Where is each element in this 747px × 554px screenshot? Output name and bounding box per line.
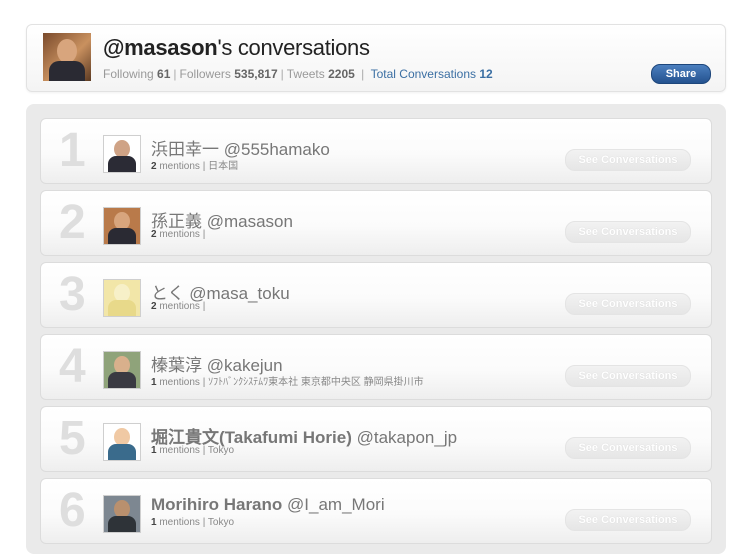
see-conversations-button[interactable]: See Conversations [565, 149, 691, 171]
mentions-count: 2 [151, 161, 157, 172]
mentions-label: mentions [159, 377, 200, 388]
tweets-count: 2205 [328, 67, 355, 81]
user-handle[interactable]: @555hamako [224, 140, 330, 159]
user-avatar[interactable] [103, 495, 141, 533]
display-name[interactable]: Morihiro Harano [151, 495, 282, 514]
mentions-count: 2 [151, 301, 157, 312]
profile-avatar[interactable] [43, 33, 91, 81]
mentions-count: 2 [151, 229, 157, 240]
user-meta: 2 mentions | [151, 229, 206, 240]
tweets-label: Tweets [286, 67, 325, 81]
mentions-label: mentions [159, 229, 200, 240]
user-location: Tokyo [207, 445, 235, 456]
conversation-row: 4 榛葉淳 @kakejun 1 mentions | ｿﾌﾄﾊﾞﾝｸｼｽﾃﾑﾜ東本… [40, 334, 712, 400]
followers-count: 535,817 [234, 67, 278, 81]
user-handle[interactable]: @takapon_jp [357, 428, 457, 447]
user-location: 日本国 [208, 161, 239, 172]
rank-number: 5 [59, 412, 86, 465]
mentions-label: mentions [159, 301, 200, 312]
conversation-row: 1 浜田幸一 @555hamako 2 mentions | 日本国 See Conv… [40, 118, 712, 184]
conversation-row: 5 堀江貴文(Takafumi Horie) @takapon_jp 1 menti… [40, 406, 712, 472]
total-conversations-label[interactable]: Total Conversations [371, 67, 476, 81]
conversation-row: 3 とく @masa_toku 2 mentions | See Conversat… [40, 262, 712, 328]
mentions-count: 1 [151, 517, 157, 528]
user-handle[interactable]: @I_am_Mori [287, 495, 385, 514]
following-label: Following [103, 67, 154, 81]
conversation-list: 1 浜田幸一 @555hamako 2 mentions | 日本国 See Conv… [26, 104, 726, 554]
mentions-label: mentions [159, 161, 200, 172]
profile-header: @masason's conversations Following 61 | Fo… [26, 24, 726, 92]
title-handle[interactable]: @masason [103, 35, 218, 60]
user-meta: 1 mentions | Tokyo [151, 445, 235, 456]
user-handle[interactable]: @masason [207, 212, 293, 231]
user-location: ｿﾌﾄﾊﾞﾝｸｼｽﾃﾑﾜ東本社 東京都中央区 静岡県掛川市 [208, 377, 424, 388]
rank-number: 3 [59, 268, 86, 321]
rank-number: 2 [59, 196, 86, 249]
rank-number: 6 [59, 484, 86, 537]
mentions-count: 1 [151, 445, 157, 456]
mentions-count: 1 [151, 377, 157, 388]
see-conversations-button[interactable]: See Conversations [565, 221, 691, 243]
see-conversations-button[interactable]: See Conversations [565, 509, 691, 531]
user-meta: 1 mentions | Tokyo [151, 517, 235, 528]
followers-label: Followers [179, 67, 231, 81]
conversation-row: 2 孫正義 @masason 2 mentions | See Conversati… [40, 190, 712, 256]
user-name: Morihiro Harano @I_am_Mori [151, 495, 385, 515]
see-conversations-button[interactable]: See Conversations [565, 365, 691, 387]
user-avatar[interactable] [103, 279, 141, 317]
share-button[interactable]: Share [651, 64, 711, 84]
see-conversations-button[interactable]: See Conversations [565, 293, 691, 315]
title-suffix: 's conversations [217, 35, 370, 60]
rank-number: 4 [59, 340, 86, 393]
user-avatar[interactable] [103, 135, 141, 173]
mentions-label: mentions [159, 517, 200, 528]
see-conversations-button[interactable]: See Conversations [565, 437, 691, 459]
mentions-label: mentions [159, 445, 200, 456]
total-conversations-count[interactable]: 12 [479, 67, 492, 81]
page-title: @masason's conversations [103, 35, 370, 61]
user-location: Tokyo [207, 517, 235, 528]
user-meta: 1 mentions | ｿﾌﾄﾊﾞﾝｸｼｽﾃﾑﾜ東本社 東京都中央区 静岡県掛… [151, 377, 424, 388]
conversation-row: 6 Morihiro Harano @I_am_Mori 1 mentions | … [40, 478, 712, 544]
user-meta: 2 mentions | 日本国 [151, 161, 239, 172]
user-avatar[interactable] [103, 207, 141, 245]
profile-stats: Following 61 | Followers 535,817 | Tweets 22… [103, 67, 493, 81]
user-meta: 2 mentions | [151, 301, 206, 312]
user-avatar[interactable] [103, 351, 141, 389]
user-avatar[interactable] [103, 423, 141, 461]
following-count: 61 [157, 67, 171, 81]
rank-number: 1 [59, 124, 86, 177]
